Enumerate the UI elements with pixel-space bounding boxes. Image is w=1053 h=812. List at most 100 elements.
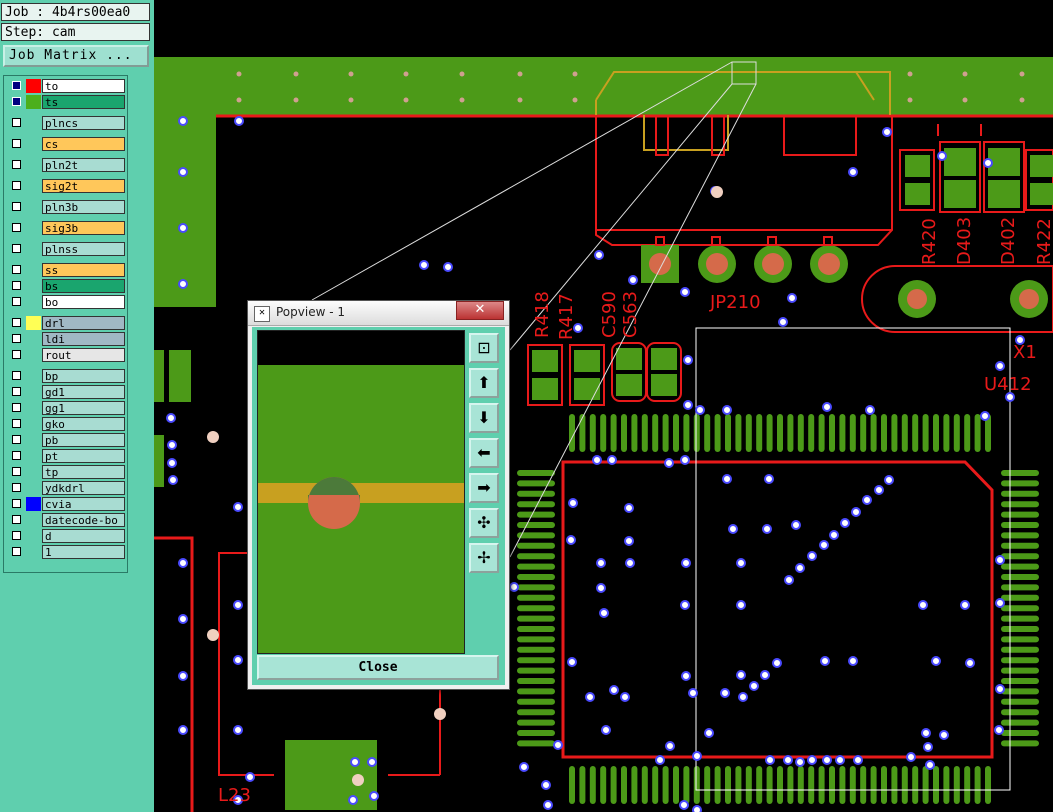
layer-checkbox[interactable] [12,483,21,492]
layer-name[interactable]: 1 [42,545,125,559]
layer-row-ydkdrl[interactable]: ydkdrl [7,481,125,495]
layer-color-swatch[interactable] [26,417,41,431]
layer-name[interactable]: drl [42,316,125,330]
layer-checkbox[interactable] [12,318,21,327]
layer-name[interactable]: rout [42,348,125,362]
layer-name[interactable]: pln3b [42,200,125,214]
layer-name[interactable]: sig3b [42,221,125,235]
layer-name[interactable]: plncs [42,116,125,130]
layer-row-drl[interactable]: drl [7,316,125,330]
layer-color-swatch[interactable] [26,79,41,93]
layer-name[interactable]: tp [42,465,125,479]
zoom-out-icon[interactable]: ✢ [469,543,499,573]
layer-row-pb[interactable]: pb [7,433,125,447]
layer-checkbox[interactable] [12,467,21,476]
layer-color-swatch[interactable] [26,332,41,346]
layer-name[interactable]: pt [42,449,125,463]
layer-color-swatch[interactable] [26,545,41,559]
layer-color-swatch[interactable] [26,529,41,543]
layer-row-pln3b[interactable]: pln3b [7,200,125,214]
layer-color-swatch[interactable] [26,137,41,151]
layer-name[interactable]: gko [42,417,125,431]
layer-color-swatch[interactable] [26,179,41,193]
layer-name[interactable]: ydkdrl [42,481,125,495]
layer-checkbox[interactable] [12,139,21,148]
layer-color-swatch[interactable] [26,263,41,277]
layer-name[interactable]: datecode-bo [42,513,125,527]
layer-name[interactable]: bo [42,295,125,309]
layer-checkbox[interactable] [12,160,21,169]
layer-name[interactable]: gd1 [42,385,125,399]
pan-left-icon[interactable]: ⬅ [469,438,499,468]
layer-checkbox[interactable] [12,371,21,380]
zoom-in-icon[interactable]: ✣ [469,508,499,538]
layer-color-swatch[interactable] [26,433,41,447]
layer-checkbox[interactable] [12,334,21,343]
layer-checkbox[interactable] [12,297,21,306]
layer-checkbox[interactable] [12,81,21,90]
layer-color-swatch[interactable] [26,348,41,362]
layer-row-cs[interactable]: cs [7,137,125,151]
layer-row-ss[interactable]: ss [7,263,125,277]
layer-color-swatch[interactable] [26,513,41,527]
layer-color-swatch[interactable] [26,242,41,256]
layer-row-gg1[interactable]: gg1 [7,401,125,415]
layer-row-sig3b[interactable]: sig3b [7,221,125,235]
layer-name[interactable]: ss [42,263,125,277]
layer-color-swatch[interactable] [26,158,41,172]
layer-name[interactable]: sig2t [42,179,125,193]
layer-color-swatch[interactable] [26,497,41,511]
layer-row-tp[interactable]: tp [7,465,125,479]
layer-name[interactable]: pb [42,433,125,447]
layer-name[interactable]: ts [42,95,125,109]
layer-color-swatch[interactable] [26,221,41,235]
layer-row-gd1[interactable]: gd1 [7,385,125,399]
layer-row-bo[interactable]: bo [7,295,125,309]
layer-checkbox[interactable] [12,451,21,460]
layer-name[interactable]: pln2t [42,158,125,172]
layer-checkbox[interactable] [12,350,21,359]
layer-checkbox[interactable] [12,181,21,190]
layer-row-1[interactable]: 1 [7,545,125,559]
job-matrix-button[interactable]: Job Matrix ... [3,45,149,67]
layer-checkbox[interactable] [12,223,21,232]
layer-name[interactable]: cs [42,137,125,151]
layer-row-rout[interactable]: rout [7,348,125,362]
layer-color-swatch[interactable] [26,95,41,109]
layer-row-sig2t[interactable]: sig2t [7,179,125,193]
layer-row-plncs[interactable]: plncs [7,116,125,130]
layer-color-swatch[interactable] [26,481,41,495]
layer-row-ts[interactable]: ts [7,95,125,109]
layer-name[interactable]: ldi [42,332,125,346]
close-button[interactable]: Close [257,655,499,680]
layer-checkbox[interactable] [12,202,21,211]
layer-color-swatch[interactable] [26,279,41,293]
layer-color-swatch[interactable] [26,401,41,415]
layer-checkbox[interactable] [12,97,21,106]
layer-checkbox[interactable] [12,118,21,127]
layer-checkbox[interactable] [12,547,21,556]
layer-color-swatch[interactable] [26,316,41,330]
popview-titlebar[interactable]: ✕ Popview - 1 ✕ [248,301,509,326]
layer-checkbox[interactable] [12,387,21,396]
layer-color-swatch[interactable] [26,449,41,463]
layer-row-cvia[interactable]: cvia [7,497,125,511]
layer-checkbox[interactable] [12,419,21,428]
zoom-fit-icon[interactable]: ⊡ [469,333,499,363]
layer-color-swatch[interactable] [26,465,41,479]
layer-name[interactable]: gg1 [42,401,125,415]
layer-checkbox[interactable] [12,244,21,253]
layer-row-pt[interactable]: pt [7,449,125,463]
layer-color-swatch[interactable] [26,116,41,130]
layer-name[interactable]: bp [42,369,125,383]
layer-color-swatch[interactable] [26,200,41,214]
layer-name[interactable]: plnss [42,242,125,256]
layer-name[interactable]: bs [42,279,125,293]
layer-color-swatch[interactable] [26,295,41,309]
layer-checkbox[interactable] [12,403,21,412]
layer-checkbox[interactable] [12,515,21,524]
layer-color-swatch[interactable] [26,369,41,383]
layer-row-bp[interactable]: bp [7,369,125,383]
layer-row-plnss[interactable]: plnss [7,242,125,256]
layer-row-bs[interactable]: bs [7,279,125,293]
